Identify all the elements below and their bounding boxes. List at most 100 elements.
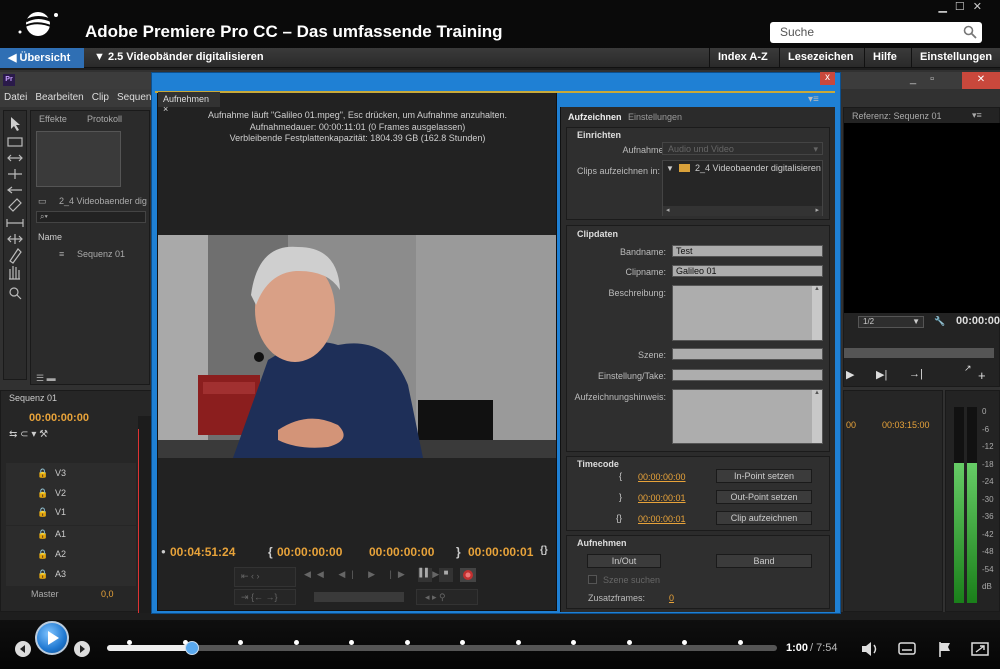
maximize-icon[interactable]: ☐ [955,1,973,13]
minimize-icon[interactable]: ▁ [938,1,954,13]
tab-protokoll[interactable]: Protokoll [87,114,122,124]
lock-icon[interactable]: 🔒 [37,549,48,560]
progress-thumb[interactable] [185,641,199,655]
bandname-input[interactable]: Test [672,245,823,257]
textarea-scrollbar[interactable]: ▲ [812,286,822,340]
chapter-marker[interactable] [682,640,687,645]
hinweis-textarea[interactable]: ▲ [672,389,823,444]
zoom-select[interactable]: 1/2 ▼ [858,316,924,328]
chapter-marker[interactable] [404,640,410,645]
premiere-window-controls[interactable]: _▫ [910,73,948,85]
lock-icon[interactable]: 🔒 [37,507,48,518]
go-to-out-icon[interactable]: →| [909,368,923,380]
step-forward-icon[interactable]: ▶| [876,368,887,381]
in-point-timecode[interactable]: 00:00:00:00 [638,472,686,482]
name-column-header[interactable]: Name [38,232,62,242]
scene-search-checkbox[interactable] [588,575,597,584]
chapter-marker[interactable] [349,640,354,645]
next-chapter-button[interactable] [74,641,90,657]
tab-einstellungen[interactable]: Einstellungen [623,110,687,124]
chapter-dropdown[interactable]: ▼ 2.5 Videobänder digitalisieren [86,48,272,68]
track-v2[interactable]: V2 [55,488,66,498]
clips-folder-list[interactable]: ▼ 2_4 Videobaender digitalisieren ◂ ▸ [662,160,823,216]
in-timecode[interactable]: 00:00:00:00 [277,545,342,559]
chapter-marker[interactable] [238,640,243,645]
index-button[interactable]: Index A-Z [709,48,778,68]
add-button-icon[interactable]: + [978,368,986,383]
take-input[interactable] [672,369,823,381]
play-icon[interactable]: ▶ [846,368,854,381]
bookmarks-button[interactable]: Lesezeichen [779,48,863,68]
panel-menu-icon[interactable]: ▾≡ [972,110,982,121]
track-a2[interactable]: A2 [55,549,66,559]
sequence-item[interactable]: Sequenz 01 [77,249,125,259]
timeline-tab[interactable]: Sequenz 01 [9,393,57,403]
flag-icon[interactable] [936,640,954,658]
tab-aufzeichnen[interactable]: Aufzeichnen [563,110,627,124]
scene-buttons[interactable]: ◂ ▸ ⚲ [416,589,478,605]
chapter-marker[interactable] [571,640,576,645]
track-v1[interactable]: V1 [55,507,66,517]
tab-effekte[interactable]: Effekte [39,114,67,124]
menu-sequenz[interactable]: Sequen [113,89,155,106]
project-search-field[interactable]: ⌕▾ [36,211,146,223]
chapter-marker[interactable] [127,640,132,645]
aufnahme-select[interactable]: Audio und Video ▾ [662,142,823,155]
settings-button[interactable]: Einstellungen [911,48,1000,68]
play-button[interactable] [35,621,69,655]
chapter-marker[interactable] [460,640,465,645]
panel-menu-icon[interactable]: ▾≡ [808,94,819,105]
volume-icon[interactable] [860,640,880,658]
tab-aufnehmen[interactable]: Aufnehmen × [158,92,220,114]
record-button[interactable] [459,567,477,583]
playhead-line[interactable] [138,429,139,613]
reference-scrubber[interactable] [844,348,994,358]
menu-bearbeiten[interactable]: Bearbeiten [31,89,87,106]
track-a3[interactable]: A3 [55,569,66,579]
reference-tab[interactable]: Referenz: Sequenz 01 [852,111,942,121]
stop-icon[interactable]: ■ [439,568,453,582]
track-v3[interactable]: V3 [55,468,66,478]
lock-icon[interactable]: 🔒 [37,529,48,540]
tape-capture-button[interactable]: Band [716,554,812,568]
lock-icon[interactable]: 🔒 [37,569,48,580]
track-a1[interactable]: A1 [55,529,66,539]
wrench-icon[interactable]: 🔧 [934,316,945,327]
fullscreen-icon[interactable] [970,640,990,658]
set-in-out-buttons[interactable]: ⇤ ‹ › [234,567,296,587]
set-out-point-button[interactable]: Out-Point setzen [716,490,812,504]
search-input[interactable]: Suche [770,22,982,43]
menu-datei[interactable]: Datei [0,89,31,106]
pause-icon[interactable]: ▌▌ [418,568,432,582]
dialog-close-icon[interactable]: x [820,72,835,85]
previous-chapter-button[interactable] [15,641,31,657]
list-view-icon[interactable]: ☰ ▬ [36,373,56,384]
timeline-tools-icons[interactable]: ⇆ ⊂ ▾ ⚒ [9,429,48,440]
record-clip-button[interactable]: Clip aufzeichnen [716,511,812,525]
search-icon[interactable] [963,25,977,39]
out-timecode[interactable]: 00:00:00:00 [369,545,434,559]
duration-timecode[interactable]: 00:00:00:01 [468,545,533,559]
out-point-timecode[interactable]: 00:00:00:01 [638,493,686,503]
export-icon[interactable]: ↗ [964,363,972,374]
jog-slider[interactable] [314,592,404,602]
current-timecode[interactable]: 00:04:51:24 [170,545,235,559]
lock-icon[interactable]: 🔒 [37,488,48,499]
progress-track[interactable] [107,645,777,651]
goto-in-out-buttons[interactable]: ⇥ {← →} [234,589,296,605]
chapter-marker[interactable] [515,640,521,645]
szene-input[interactable] [672,348,823,360]
help-button[interactable]: Hilfe [864,48,910,68]
clips-folder-item[interactable]: 2_4 Videobaender digitalisieren [695,163,821,173]
chapter-marker[interactable] [737,640,743,645]
subtitles-icon[interactable] [897,640,917,658]
timeline-timecode[interactable]: 00:00:00:00 [29,412,89,424]
premiere-close-icon[interactable]: ✕ [962,72,1000,89]
menu-clip[interactable]: Clip [88,89,113,106]
beschreibung-textarea[interactable]: ▲ [672,285,823,341]
folder-list-scrollbar[interactable]: ◂ ▸ [663,206,822,216]
chapter-marker[interactable] [293,640,299,645]
expand-arrow-icon[interactable]: ▼ [666,164,674,173]
lock-icon[interactable]: 🔒 [37,468,48,479]
close-icon[interactable]: ✕ [973,1,990,13]
